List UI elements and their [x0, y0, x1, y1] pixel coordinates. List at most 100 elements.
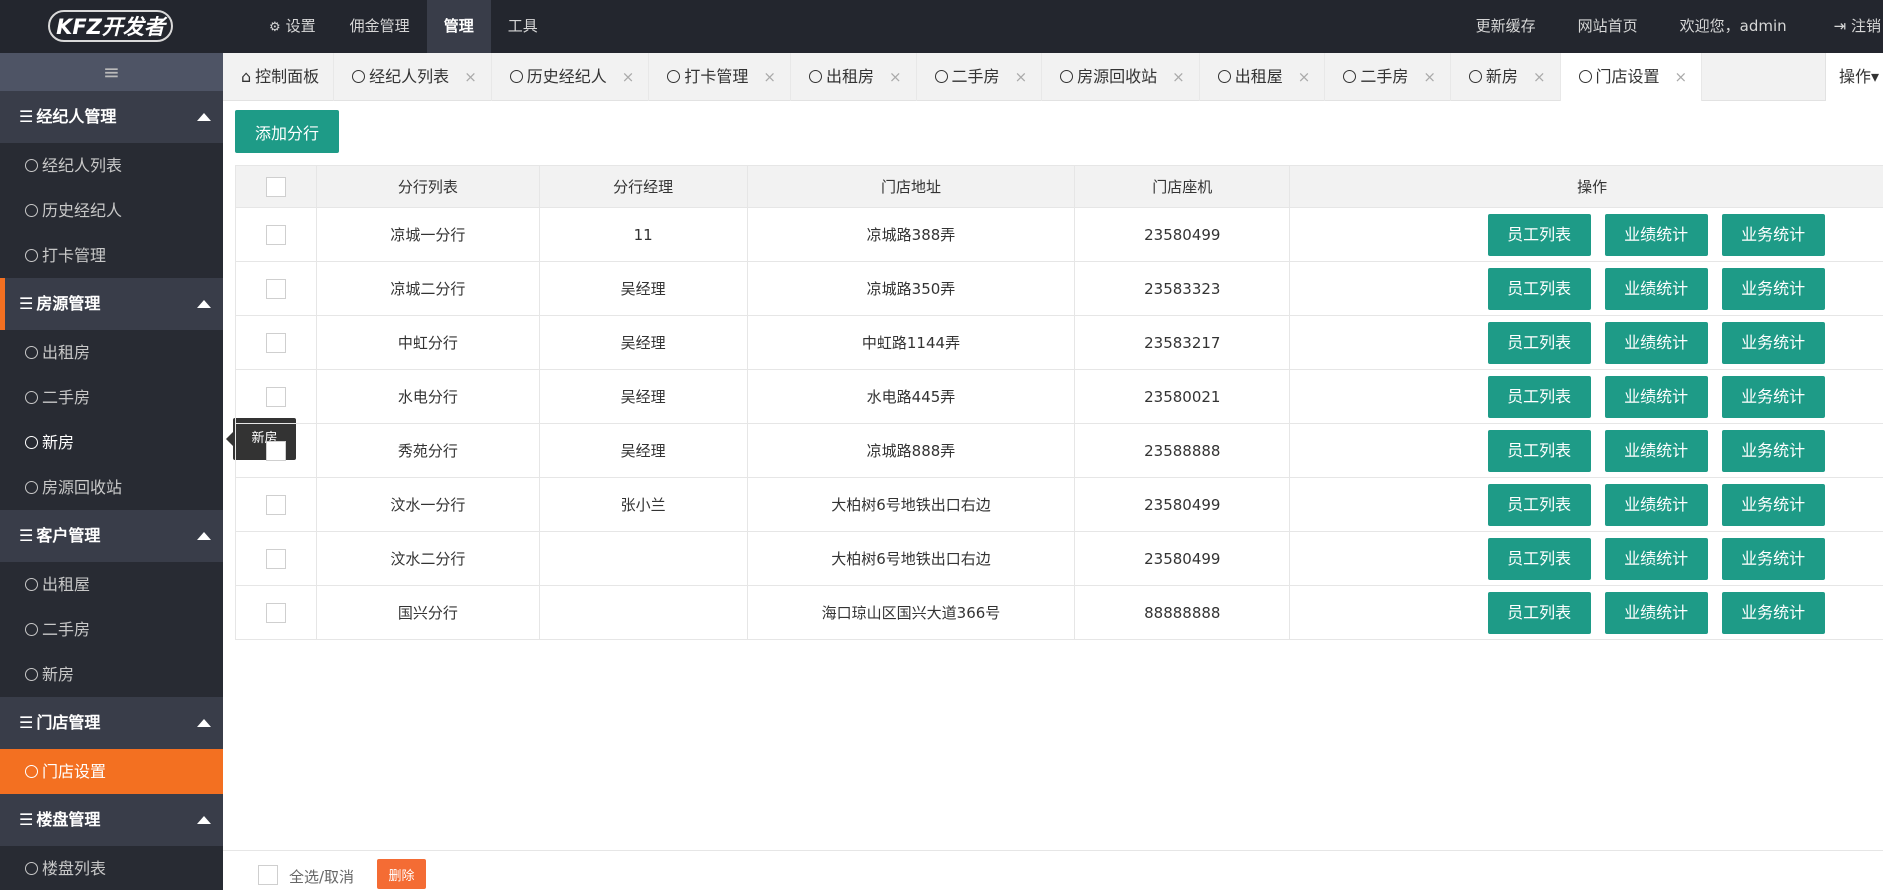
clear-cache-link[interactable]: 更新缓存: [1455, 0, 1557, 53]
row-checkbox[interactable]: [265, 278, 286, 299]
row-checkbox[interactable]: [265, 332, 286, 353]
tab-customer-second-hand[interactable]: 二手房 ×: [1325, 53, 1451, 101]
tab-recycle-bin[interactable]: 房源回收站 ×: [1042, 53, 1200, 101]
sidebar-section-properties[interactable]: ☰ 楼盘管理: [0, 794, 223, 846]
business-stats-button[interactable]: 业务统计: [1721, 483, 1825, 526]
sidebar-item-agent-list[interactable]: 经纪人列表: [0, 143, 223, 188]
tab-rentals[interactable]: 出租房 ×: [791, 53, 917, 101]
business-stats-button[interactable]: 业务统计: [1721, 537, 1825, 580]
sidebar-item-label: 新房: [42, 665, 75, 684]
table-row: 凉城二分行 吴经理 凉城路350弄 23583323 员工列表 业绩统计 业务统计: [235, 261, 1883, 316]
row-checkbox[interactable]: [265, 440, 286, 461]
sidebar-section-agents[interactable]: ☰ 经纪人管理: [0, 91, 223, 143]
row-checkbox[interactable]: [265, 548, 286, 569]
row-actions: 员工列表 业绩统计 业务统计: [1289, 423, 1883, 478]
branch-address: 中虹路1144弄: [746, 315, 1076, 370]
tab-store-settings[interactable]: 门店设置 ×: [1560, 53, 1703, 101]
branch-phone: 23580499: [1074, 207, 1291, 262]
sidebar-item-agent-history[interactable]: 历史经纪人: [0, 188, 223, 233]
staff-list-button[interactable]: 员工列表: [1487, 321, 1591, 364]
close-icon[interactable]: ×: [1172, 68, 1185, 86]
close-icon[interactable]: ×: [1015, 68, 1028, 86]
performance-stats-button[interactable]: 业绩统计: [1604, 267, 1708, 310]
sidebar-item-customer-new-homes[interactable]: 新房: [0, 652, 223, 697]
performance-stats-button[interactable]: 业绩统计: [1604, 375, 1708, 418]
performance-stats-button[interactable]: 业绩统计: [1604, 429, 1708, 472]
tab-dashboard[interactable]: ⌂ 控制面板: [223, 53, 335, 101]
tab-second-hand[interactable]: 二手房 ×: [917, 53, 1043, 101]
sidebar-section-customers[interactable]: ☰ 客户管理: [0, 510, 223, 562]
section-title: 客户管理: [36, 526, 101, 545]
tab-agent-list[interactable]: 经纪人列表 ×: [334, 53, 492, 101]
business-stats-button[interactable]: 业务统计: [1721, 321, 1825, 364]
business-stats-button[interactable]: 业务统计: [1721, 591, 1825, 634]
performance-stats-button[interactable]: 业绩统计: [1604, 591, 1708, 634]
sidebar-item-store-settings[interactable]: 门店设置: [0, 749, 223, 794]
close-icon[interactable]: ×: [1423, 68, 1436, 86]
sidebar-item-customer-second-hand[interactable]: 二手房: [0, 607, 223, 652]
close-icon[interactable]: ×: [1675, 68, 1688, 86]
close-icon[interactable]: ×: [1298, 68, 1311, 86]
sidebar-item-label: 经纪人列表: [42, 156, 123, 175]
close-icon[interactable]: ×: [1533, 68, 1546, 86]
logout-link[interactable]: ⇥ 注销: [1808, 0, 1883, 53]
tab-clock-in[interactable]: 打卡管理 ×: [649, 53, 791, 101]
close-icon[interactable]: ×: [464, 68, 477, 86]
caret-up-icon: [197, 816, 211, 824]
branch-address: 海口琼山区国兴大道366号: [746, 585, 1076, 640]
col-branch: 分行列表: [315, 165, 540, 208]
circle-icon: [25, 668, 38, 681]
tab-label: 二手房: [1360, 67, 1409, 86]
nav-settings[interactable]: ⚙ 设置: [252, 0, 333, 53]
staff-list-button[interactable]: 员工列表: [1487, 537, 1591, 580]
tab-agent-history[interactable]: 历史经纪人 ×: [492, 53, 650, 101]
select-all-checkbox[interactable]: [265, 176, 286, 197]
staff-list-button[interactable]: 员工列表: [1487, 267, 1591, 310]
performance-stats-button[interactable]: 业绩统计: [1604, 213, 1708, 256]
business-stats-button[interactable]: 业务统计: [1721, 267, 1825, 310]
row-checkbox[interactable]: [265, 494, 286, 515]
tab-label: 打卡管理: [684, 67, 749, 86]
staff-list-button[interactable]: 员工列表: [1487, 483, 1591, 526]
tab-label: 出租屋: [1234, 67, 1283, 86]
staff-list-button[interactable]: 员工列表: [1487, 429, 1591, 472]
business-stats-button[interactable]: 业务统计: [1721, 375, 1825, 418]
sidebar-item-rental-units[interactable]: 出租屋: [0, 562, 223, 607]
sidebar-item-rentals[interactable]: 出租房: [0, 330, 223, 375]
footer-select-all-checkbox[interactable]: [258, 865, 278, 885]
performance-stats-button[interactable]: 业绩统计: [1604, 483, 1708, 526]
sidebar-item-second-hand[interactable]: 二手房: [0, 375, 223, 420]
sidebar-section-listings[interactable]: ☰ 房源管理: [0, 278, 223, 330]
nav-manage[interactable]: 管理: [426, 0, 491, 53]
tab-new-homes[interactable]: 新房 ×: [1451, 53, 1561, 101]
tab-rental-units[interactable]: 出租屋 ×: [1200, 53, 1326, 101]
sidebar-item-new-homes[interactable]: 新房: [0, 420, 223, 465]
sidebar-section-stores[interactable]: ☰ 门店管理: [0, 697, 223, 749]
staff-list-button[interactable]: 员工列表: [1487, 591, 1591, 634]
close-icon[interactable]: ×: [622, 68, 635, 86]
nav-commission[interactable]: 佣金管理: [333, 0, 427, 53]
row-checkbox[interactable]: [265, 224, 286, 245]
business-stats-button[interactable]: 业务统计: [1721, 213, 1825, 256]
sidebar-item-clock-in[interactable]: 打卡管理: [0, 233, 223, 278]
sidebar-item-recycle-bin[interactable]: 房源回收站: [0, 465, 223, 510]
row-checkbox[interactable]: [265, 602, 286, 623]
sidebar-toggle-icon[interactable]: ≡: [0, 53, 223, 91]
close-icon[interactable]: ×: [889, 68, 902, 86]
delete-button[interactable]: 删除: [377, 859, 426, 889]
nav-tools[interactable]: 工具: [491, 0, 555, 53]
staff-list-button[interactable]: 员工列表: [1487, 375, 1591, 418]
site-home-link[interactable]: 网站首页: [1557, 0, 1659, 53]
add-branch-button[interactable]: 添加分行: [235, 110, 339, 153]
staff-list-button[interactable]: 员工列表: [1487, 213, 1591, 256]
business-stats-button[interactable]: 业务统计: [1721, 429, 1825, 472]
app-logo[interactable]: KFZ开发者: [48, 10, 173, 42]
circle-icon: [1343, 70, 1357, 83]
row-checkbox[interactable]: [265, 386, 286, 407]
performance-stats-button[interactable]: 业绩统计: [1604, 321, 1708, 364]
tab-ops-dropdown[interactable]: 操作▾: [1825, 53, 1883, 101]
close-icon[interactable]: ×: [763, 68, 776, 86]
performance-stats-button[interactable]: 业绩统计: [1604, 537, 1708, 580]
section-title: 门店管理: [36, 713, 101, 732]
sidebar-item-property-list[interactable]: 楼盘列表: [0, 846, 223, 890]
